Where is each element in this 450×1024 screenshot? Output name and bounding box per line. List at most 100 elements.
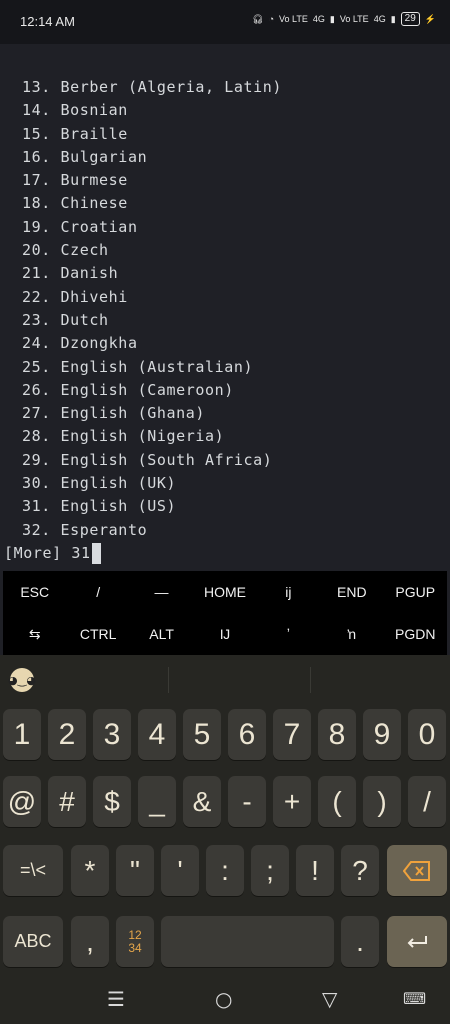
terminal-line: 16. Bulgarian bbox=[22, 147, 148, 166]
end-key[interactable]: END bbox=[320, 571, 383, 613]
network-label-2: 4G bbox=[373, 14, 386, 24]
terminal-line: 27. English (Ghana) bbox=[22, 404, 205, 423]
signal-icon: ▮ bbox=[329, 13, 335, 24]
key-plus[interactable]: + bbox=[273, 776, 311, 827]
n-apostrophe-key[interactable]: ŉ bbox=[320, 613, 383, 655]
key-1[interactable]: 1 bbox=[3, 709, 41, 760]
battery-indicator: 29 bbox=[400, 12, 420, 26]
key-5[interactable]: 5 bbox=[183, 709, 221, 760]
key-close-paren[interactable]: ) bbox=[363, 776, 401, 827]
terminal-line: 22. Dhivehi bbox=[22, 287, 128, 306]
key-comma[interactable]: , bbox=[71, 916, 109, 967]
key-single-quote[interactable]: ' bbox=[161, 845, 199, 896]
back-icon[interactable]: ▽ bbox=[322, 987, 337, 1011]
recents-icon[interactable]: ☰ bbox=[107, 987, 125, 1011]
alt-key[interactable]: ALT bbox=[130, 613, 193, 655]
extra-keys-bar: ESC / — HOME ĳ END PGUP ⇆ CTRL ALT Ĳ ʼ ŉ… bbox=[3, 571, 447, 655]
terminal-view[interactable]: 13. Berber (Algeria, Latin) 14. Bosnian … bbox=[0, 44, 450, 570]
emoji-sticker-icon[interactable]: ◕‿◕ bbox=[8, 668, 36, 692]
terminal-line: 23. Dutch bbox=[22, 310, 109, 329]
key-2[interactable]: 2 bbox=[48, 709, 86, 760]
key-minus[interactable]: - bbox=[228, 776, 266, 827]
key-7[interactable]: 7 bbox=[273, 709, 311, 760]
key-dollar[interactable]: $ bbox=[93, 776, 131, 827]
wifi-icon: ◔ bbox=[268, 14, 274, 24]
status-icons: 🎧︎ ◔ Vo LTE 4G ▮ Vo LTE 4G ▮ 29 ⚡ bbox=[252, 12, 436, 26]
numpad-bottom-label: 34 bbox=[128, 940, 142, 955]
key-open-paren[interactable]: ( bbox=[318, 776, 356, 827]
navigation-bar: ☰ ○ ▽ ⌨ bbox=[0, 969, 450, 1024]
key-at[interactable]: @ bbox=[3, 776, 41, 827]
toolbar-divider bbox=[310, 667, 311, 693]
terminal-line: 14. Bosnian bbox=[22, 101, 128, 120]
key-double-quote[interactable]: " bbox=[116, 845, 154, 896]
prompt-text: [More] 31 bbox=[4, 544, 91, 562]
key-8[interactable]: 8 bbox=[318, 709, 356, 760]
key-slash[interactable]: / bbox=[408, 776, 446, 827]
key-colon[interactable]: : bbox=[206, 845, 244, 896]
enter-icon bbox=[407, 935, 427, 948]
tab-key[interactable]: ⇆ bbox=[3, 613, 66, 655]
apostrophe-key[interactable]: ʼ bbox=[257, 613, 320, 655]
enter-key[interactable] bbox=[387, 916, 447, 967]
clock: 12:14 AM bbox=[20, 14, 75, 29]
terminal-line: 30. English (UK) bbox=[22, 474, 177, 493]
terminal-line: 29. English (South Africa) bbox=[22, 450, 273, 469]
toolbar-divider bbox=[168, 667, 169, 693]
key-asterisk[interactable]: * bbox=[71, 845, 109, 896]
dash-key[interactable]: — bbox=[130, 571, 193, 613]
volte-label-1: Vo LTE bbox=[279, 14, 308, 24]
key-ampersand[interactable]: & bbox=[183, 776, 221, 827]
terminal-line: 20. Czech bbox=[22, 241, 109, 260]
space-key[interactable] bbox=[161, 916, 334, 967]
abc-key[interactable]: ABC bbox=[3, 916, 63, 967]
terminal-line: 25. English (Australian) bbox=[22, 357, 254, 376]
key-hash[interactable]: # bbox=[48, 776, 86, 827]
keyboard-icon[interactable]: ⌨ bbox=[403, 989, 426, 1008]
ctrl-key[interactable]: CTRL bbox=[66, 613, 129, 655]
key-exclamation[interactable]: ! bbox=[296, 845, 334, 896]
terminal-line: 32. Esperanto bbox=[22, 520, 148, 539]
backspace-key[interactable] bbox=[387, 845, 447, 896]
pgdn-key[interactable]: PGDN bbox=[384, 613, 447, 655]
key-question[interactable]: ? bbox=[341, 845, 379, 896]
terminal-prompt: [More] 31 bbox=[4, 541, 101, 565]
soft-keyboard: ◕‿◕ 1 2 3 4 5 6 7 8 9 0 @ # $ _ & - + ( … bbox=[0, 655, 450, 969]
signal-icon-2: ▮ bbox=[390, 13, 396, 24]
key-underscore[interactable]: _ bbox=[138, 776, 176, 827]
status-bar: 12:14 AM 🎧︎ ◔ Vo LTE 4G ▮ Vo LTE 4G ▮ 29… bbox=[0, 0, 450, 44]
key-9[interactable]: 9 bbox=[363, 709, 401, 760]
key-period[interactable]: . bbox=[341, 916, 379, 967]
terminal-line: 26. English (Cameroon) bbox=[22, 380, 234, 399]
text-cursor bbox=[91, 543, 101, 564]
ij-capital-key[interactable]: Ĳ bbox=[193, 613, 256, 655]
numpad-key[interactable]: 12 34 bbox=[116, 916, 154, 967]
terminal-line: 19. Croatian bbox=[22, 217, 138, 236]
ij-key[interactable]: ĳ bbox=[257, 571, 320, 613]
keyboard-toolbar: ◕‿◕ bbox=[0, 655, 450, 705]
terminal-line: 21. Danish bbox=[22, 264, 119, 283]
terminal-line: 31. English (US) bbox=[22, 497, 177, 516]
terminal-output: 13. Berber (Algeria, Latin) 14. Bosnian … bbox=[22, 76, 282, 542]
terminal-line: 13. Berber (Algeria, Latin) bbox=[22, 78, 283, 96]
backspace-icon bbox=[403, 860, 430, 881]
key-0[interactable]: 0 bbox=[408, 709, 446, 760]
pgup-key[interactable]: PGUP bbox=[384, 571, 447, 613]
terminal-line: 24. Dzongkha bbox=[22, 334, 138, 353]
numpad-top-label: 12 bbox=[128, 927, 142, 942]
home-icon[interactable]: ○ bbox=[215, 987, 232, 1011]
network-label-1: 4G bbox=[312, 14, 325, 24]
charging-icon: ⚡ bbox=[424, 13, 436, 24]
volte-label-2: Vo LTE bbox=[339, 14, 369, 24]
esc-key[interactable]: ESC bbox=[3, 571, 66, 613]
key-6[interactable]: 6 bbox=[228, 709, 266, 760]
key-3[interactable]: 3 bbox=[93, 709, 131, 760]
key-semicolon[interactable]: ; bbox=[251, 845, 289, 896]
key-4[interactable]: 4 bbox=[138, 709, 176, 760]
key-more-symbols[interactable]: =\< bbox=[3, 845, 63, 896]
terminal-line: 18. Chinese bbox=[22, 194, 128, 213]
terminal-line: 28. English (Nigeria) bbox=[22, 427, 225, 446]
slash-key[interactable]: / bbox=[66, 571, 129, 613]
home-key[interactable]: HOME bbox=[193, 571, 256, 613]
headset-icon: 🎧︎ bbox=[252, 13, 264, 24]
